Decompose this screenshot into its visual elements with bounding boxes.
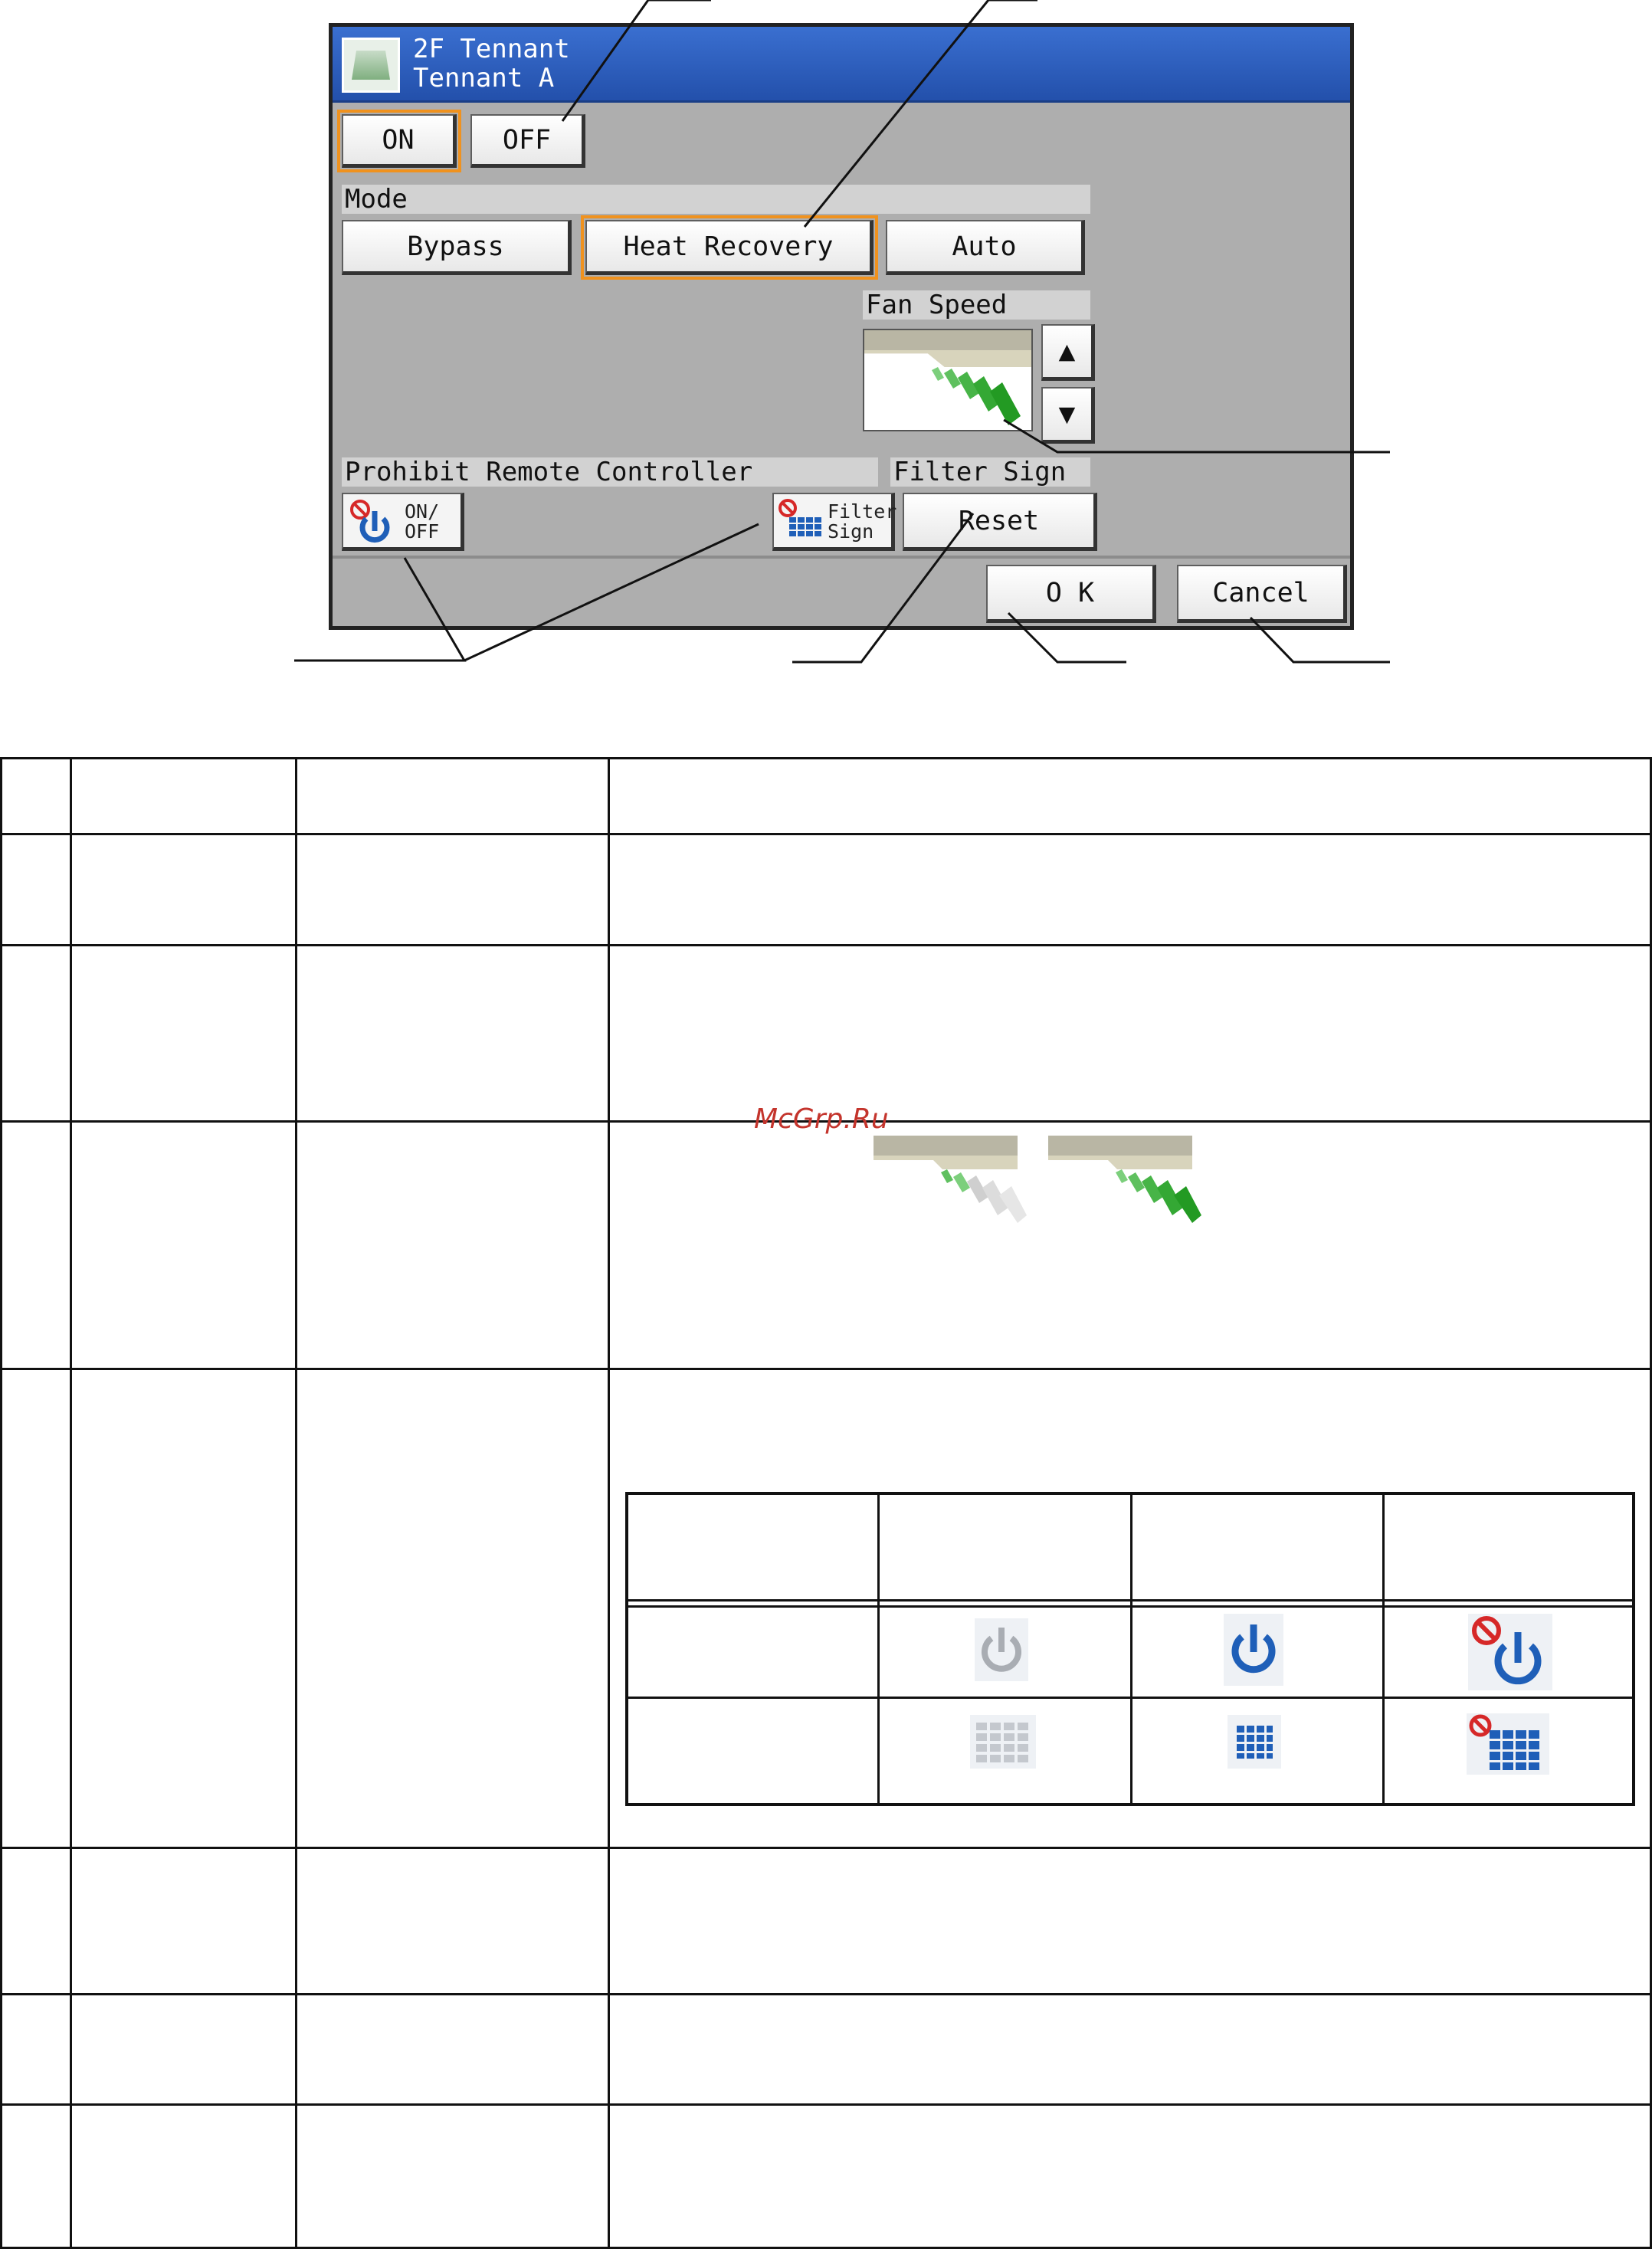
- watermark: McGrp.Ru: [754, 1103, 889, 1135]
- fan-speed-low-icon: [874, 1136, 1027, 1223]
- power-prohibited-icon: [1468, 1614, 1552, 1690]
- filter-enabled-icon: [1228, 1715, 1281, 1769]
- power-disabled-icon: [975, 1618, 1028, 1681]
- callout-lines: [294, 0, 1390, 664]
- fan-speed-high-icon: [1048, 1136, 1201, 1223]
- power-enabled-icon: [1224, 1614, 1283, 1686]
- filter-prohibited-icon: [1467, 1713, 1549, 1775]
- filter-disabled-icon: [970, 1715, 1036, 1769]
